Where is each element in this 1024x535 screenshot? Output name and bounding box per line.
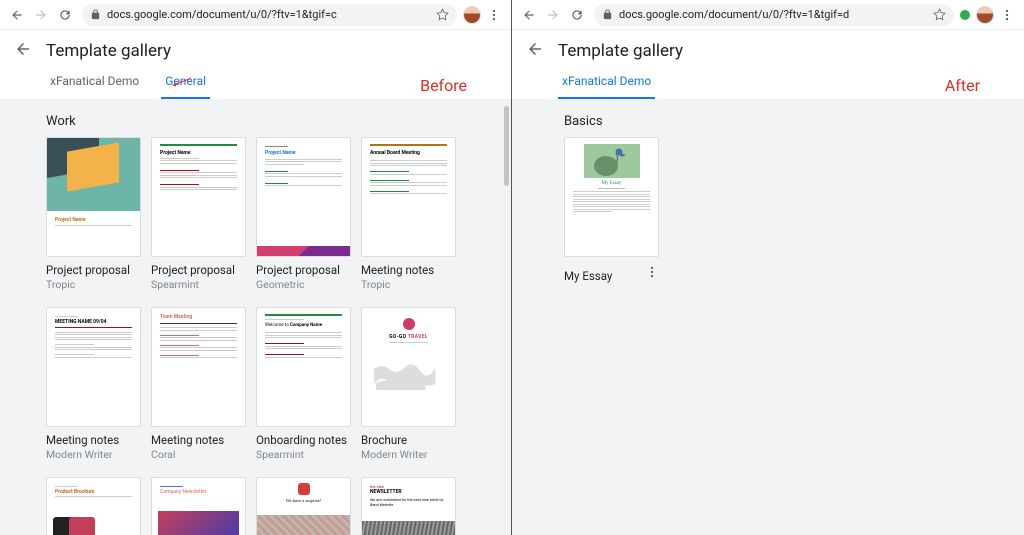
more-icon[interactable]: [645, 264, 659, 283]
template-subtitle: Tropic: [46, 278, 141, 291]
template-subtitle: Spearmint: [256, 448, 351, 461]
template-title: Project proposal: [46, 263, 141, 277]
template-title: Meeting notes: [361, 263, 456, 277]
template-subtitle: Modern Writer: [361, 448, 456, 461]
template-card[interactable]: Welcome to Company Name Onboarding notes…: [256, 307, 351, 461]
back-icon[interactable]: [518, 4, 540, 26]
forward-icon[interactable]: [542, 4, 564, 26]
address-bar[interactable]: docs.google.com/document/u/0/?ftv=1&tgif…: [594, 4, 954, 26]
before-pane: docs.google.com/document/u/0/?ftv=1&tgif…: [0, 0, 512, 535]
template-thumb: Team Meeting: [151, 307, 246, 427]
template-card[interactable]: the vibe NEWSLETTER We are nominated for…: [361, 477, 456, 535]
url-text: docs.google.com/document/u/0/?ftv=1&tgif…: [107, 8, 430, 21]
template-thumb: My Essay: [564, 137, 659, 257]
template-title: Project proposal: [151, 263, 246, 277]
template-subtitle: Spearmint: [151, 278, 246, 291]
section-title: Work: [0, 100, 511, 137]
template-thumb: GO-GO TRAVEL: [361, 307, 456, 427]
template-card[interactable]: Team Meeting Meeting notes Coral: [151, 307, 246, 461]
tab-xfanatical-demo[interactable]: xFanatical Demo: [558, 72, 655, 99]
kebab-icon[interactable]: [996, 4, 1018, 26]
template-thumb: the vibe NEWSLETTER We are nominated for…: [361, 477, 456, 535]
avatar[interactable]: [463, 6, 481, 24]
before-label: Before: [420, 76, 467, 95]
page-header: Template gallery: [0, 30, 511, 72]
template-thumb: We have a surprise!: [256, 477, 351, 535]
tab-xfanatical-demo[interactable]: xFanatical Demo: [46, 72, 143, 99]
template-thumb: Company Newsletter: [151, 477, 246, 535]
essay-title: My Essay: [565, 181, 658, 186]
scrollbar[interactable]: [504, 106, 509, 186]
template-card[interactable]: Company Newsletter: [151, 477, 246, 535]
forward-icon[interactable]: [30, 4, 52, 26]
template-card[interactable]: Project Name Project proposal Spearmint: [151, 137, 246, 291]
page-header: Template gallery: [512, 30, 1024, 72]
template-title: Onboarding notes: [256, 433, 351, 447]
tabs-row: xFanatical Demo After: [512, 72, 1024, 100]
template-card[interactable]: Project Name Project proposal Tropic: [46, 137, 141, 291]
avatar[interactable]: [976, 6, 994, 24]
reload-icon[interactable]: [566, 4, 588, 26]
gallery-back-icon[interactable]: [14, 40, 32, 63]
template-thumb: Annual Board Meeting: [361, 137, 456, 257]
gallery-back-icon[interactable]: [526, 40, 544, 63]
template-subtitle: Tropic: [361, 278, 456, 291]
star-icon[interactable]: [933, 8, 946, 21]
after-label: After: [945, 76, 980, 95]
template-grid: Project Name Project proposal Tropic Pro…: [0, 137, 511, 535]
template-title: My Essay: [564, 269, 612, 283]
star-icon[interactable]: [436, 8, 449, 21]
template-card[interactable]: MEETING NAME 09/04 Meeting notes Modern …: [46, 307, 141, 461]
lock-icon: [602, 9, 613, 20]
template-thumb: MEETING NAME 09/04: [46, 307, 141, 427]
template-thumb: Project Name: [46, 137, 141, 257]
template-title: Project proposal: [256, 263, 351, 277]
address-bar[interactable]: docs.google.com/document/u/0/?ftv=1&tgif…: [82, 4, 457, 26]
template-card[interactable]: Project Name Project proposal Geometric: [256, 137, 351, 291]
template-title: Meeting notes: [46, 433, 141, 447]
template-card[interactable]: My Essay My Essay: [564, 137, 659, 283]
template-subtitle: Coral: [151, 448, 246, 461]
template-card[interactable]: Product Brochure: [46, 477, 141, 535]
lock-icon: [90, 9, 101, 20]
template-thumb: Welcome to Company Name: [256, 307, 351, 427]
annotation-arrow-icon: [168, 76, 192, 93]
template-grid: My Essay My Essay: [512, 137, 1024, 299]
page-title: Template gallery: [46, 41, 171, 61]
template-card[interactable]: Annual Board Meeting Meeting notes Tropi…: [361, 137, 456, 291]
url-text: docs.google.com/document/u/0/?ftv=1&tgif…: [619, 8, 927, 21]
after-pane: docs.google.com/document/u/0/?ftv=1&tgif…: [512, 0, 1024, 535]
template-thumb: Product Brochure: [46, 477, 141, 535]
template-subtitle: Geometric: [256, 278, 351, 291]
reload-icon[interactable]: [54, 4, 76, 26]
section-title: Basics: [512, 100, 1024, 137]
template-thumb: Project Name: [256, 137, 351, 257]
content-area: Basics My Essay My Essay: [512, 100, 1024, 535]
browser-chrome: docs.google.com/document/u/0/?ftv=1&tgif…: [0, 0, 511, 30]
content-area: Work Project Name Project proposal Tropi…: [0, 100, 511, 535]
template-title: Brochure: [361, 433, 456, 447]
template-subtitle: Modern Writer: [46, 448, 141, 461]
browser-chrome: docs.google.com/document/u/0/?ftv=1&tgif…: [512, 0, 1024, 30]
page-title: Template gallery: [558, 41, 683, 61]
template-card[interactable]: We have a surprise!: [256, 477, 351, 535]
back-icon[interactable]: [6, 4, 28, 26]
kebab-icon[interactable]: [483, 4, 505, 26]
template-title: Meeting notes: [151, 433, 246, 447]
tabs-row: xFanatical Demo General Before: [0, 72, 511, 100]
template-thumb: Project Name: [151, 137, 246, 257]
template-card[interactable]: GO-GO TRAVEL Brochure Modern Writer: [361, 307, 456, 461]
extension-icon[interactable]: [960, 10, 970, 20]
